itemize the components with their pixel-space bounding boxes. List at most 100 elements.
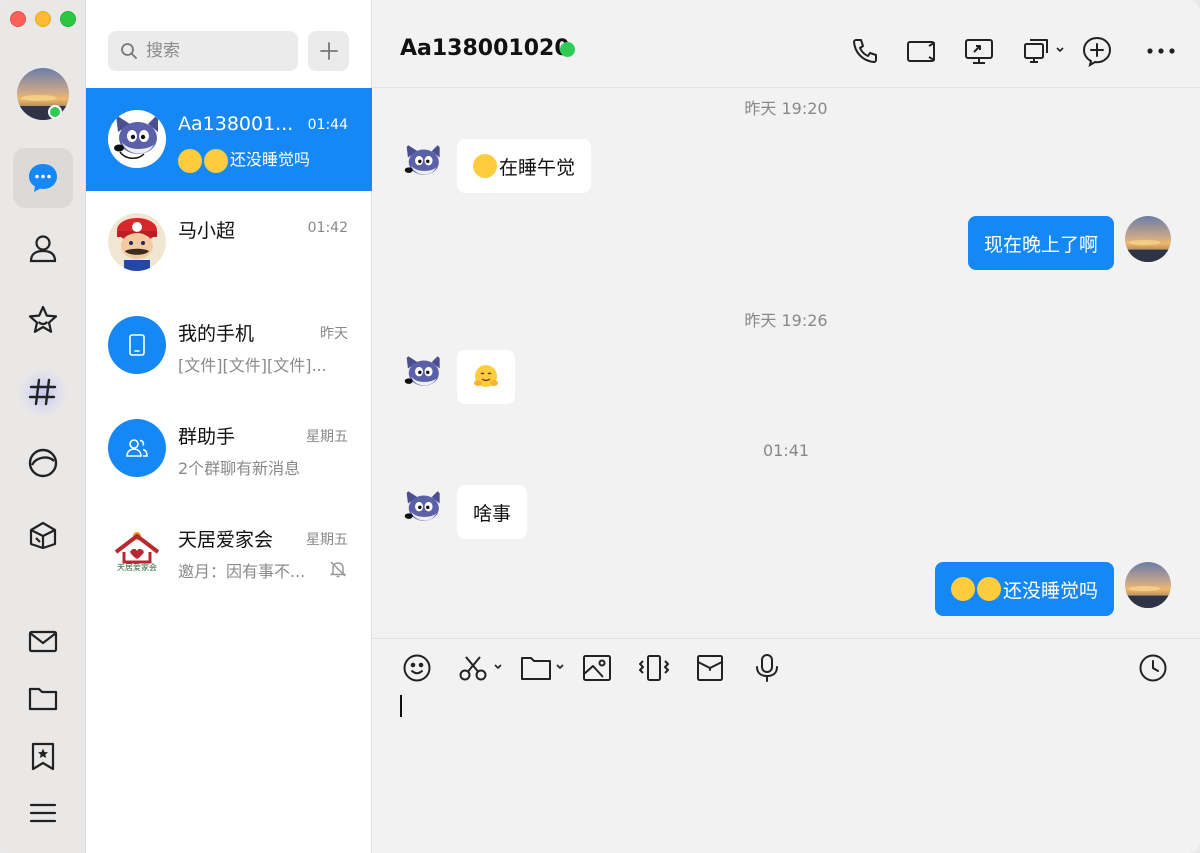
nav-files[interactable] [13, 668, 73, 728]
mario-avatar-icon [108, 213, 166, 271]
message-bubble-incoming[interactable]: 在睡午觉 [457, 139, 592, 193]
sleepy-emoji-icon [204, 148, 228, 173]
message-bubble-outgoing[interactable]: 现在晚上了啊 [967, 216, 1114, 270]
conversation-item[interactable]: 马小超 01:42 [86, 191, 372, 294]
image-icon [583, 655, 611, 681]
send-file-button[interactable] [520, 653, 568, 683]
mobile-phone-icon [129, 334, 145, 356]
nav-contacts[interactable] [13, 218, 73, 278]
nav-mini-apps[interactable] [13, 505, 73, 565]
circle-ring-icon [28, 448, 58, 478]
conversation-list-panel: Aa138001... 01:44 还没睡觉吗 马小超 [86, 0, 372, 853]
folder-icon [521, 657, 564, 680]
conversation-avatar [108, 110, 166, 168]
conversation-item[interactable]: 群助手 星期五 2个群聊有新消息 [86, 397, 372, 500]
folder-icon [28, 687, 58, 711]
close-window-button[interactable] [10, 11, 26, 27]
search-box[interactable] [108, 31, 298, 71]
add-button[interactable] [308, 31, 349, 71]
wolf-avatar-icon [400, 351, 446, 397]
message-bubble-incoming[interactable] [457, 350, 515, 404]
chat-history-button[interactable] [1138, 653, 1168, 683]
conversation-avatar [108, 213, 166, 271]
conversation-avatar [108, 419, 166, 477]
conversation-name: 马小超 [178, 220, 236, 242]
mail-icon [28, 630, 58, 653]
phone-icon [853, 39, 877, 63]
voice-call-button[interactable] [848, 34, 882, 68]
sender-avatar[interactable] [400, 486, 446, 532]
conversation-time: 昨天 [320, 326, 348, 342]
conversation-preview: 2个群聊有新消息 [178, 459, 301, 478]
conversation-preview: 邀月：因有事不... [178, 562, 306, 581]
emoji-button[interactable] [402, 653, 432, 683]
conversation-avatar [108, 316, 166, 374]
pleading-emoji-icon [976, 577, 1001, 601]
nav-channels[interactable] [13, 362, 73, 422]
remote-desktop-icon [1024, 39, 1064, 63]
more-icon [1147, 48, 1175, 54]
conversation-name: 群助手 [178, 426, 236, 448]
red-packet-icon [697, 655, 723, 681]
conversation-item[interactable]: 天居爱家会 天居爱家会 星期五 邀月：因有事不... [86, 500, 372, 603]
conversation-preview: 还没睡觉吗 [178, 146, 310, 173]
online-status-dot [48, 105, 62, 119]
add-member-button[interactable] [1080, 34, 1114, 68]
self-avatar[interactable] [1125, 216, 1171, 262]
scissors-icon [459, 656, 502, 681]
plus-icon [319, 42, 338, 60]
chat-bubble-icon [29, 164, 57, 192]
add-member-icon [1082, 36, 1112, 67]
conversation-time: 星期五 [306, 429, 348, 445]
chat-header: Aa138001020 [372, 0, 1200, 88]
conversation-name: 我的手机 [178, 323, 255, 345]
timestamp: 01:41 [762, 441, 810, 460]
nav-moments[interactable] [13, 433, 73, 493]
search-input[interactable] [146, 41, 286, 61]
screen-share-button[interactable] [962, 34, 996, 68]
conversation-time: 星期五 [306, 532, 348, 548]
screenshot-button[interactable] [458, 653, 506, 683]
message-composer [372, 638, 1200, 853]
nav-messages[interactable] [13, 148, 73, 208]
conversation-item[interactable]: 我的手机 昨天 [文件][文件][文件]... [86, 294, 372, 397]
remote-desktop-button[interactable] [1022, 34, 1066, 68]
conversation-name: 天居爱家会 [178, 529, 274, 551]
shake-icon [639, 655, 669, 681]
message-bubble-outgoing[interactable]: 还没睡觉吗 [934, 562, 1114, 616]
sleepy-emoji-icon [178, 148, 202, 173]
wolf-avatar-icon [400, 486, 446, 532]
bookmark-star-icon [31, 742, 55, 771]
sender-avatar[interactable] [400, 351, 446, 397]
sunset-avatar-icon [1125, 562, 1171, 608]
sender-avatar[interactable] [400, 140, 446, 186]
wolf-avatar-icon [108, 110, 166, 168]
shake-button[interactable] [637, 653, 671, 683]
conversation-item[interactable]: Aa138001... 01:44 还没睡觉吗 [86, 88, 372, 191]
maximize-window-button[interactable] [60, 11, 76, 27]
nav-mail[interactable] [13, 611, 73, 671]
window-controls [10, 11, 76, 27]
voice-message-button[interactable] [752, 653, 782, 683]
red-packet-button[interactable] [695, 653, 725, 683]
muted-bell-icon [329, 561, 347, 578]
conversation-time: 01:42 [307, 220, 348, 236]
more-button[interactable] [1144, 34, 1178, 68]
conversation-avatar: 天居爱家会 [108, 522, 166, 580]
pleading-emoji-icon [950, 577, 975, 601]
video-call-button[interactable] [904, 34, 938, 68]
nav-favorites[interactable] [13, 290, 73, 350]
self-avatar[interactable] [1125, 562, 1171, 608]
emoji-icon [403, 654, 431, 682]
logo-text: 天居爱家会 [117, 563, 157, 572]
hashtag-icon [28, 378, 57, 406]
send-image-button[interactable] [581, 653, 613, 683]
minimize-window-button[interactable] [35, 11, 51, 27]
nav-bookmarks[interactable] [13, 726, 73, 786]
nav-menu[interactable] [13, 783, 73, 843]
message-input[interactable] [398, 691, 1178, 831]
message-bubble-incoming[interactable]: 啥事 [457, 485, 528, 539]
timestamp: 昨天 19:20 [744, 99, 828, 118]
wolf-avatar-icon [400, 140, 446, 186]
screen-share-icon [965, 39, 993, 64]
